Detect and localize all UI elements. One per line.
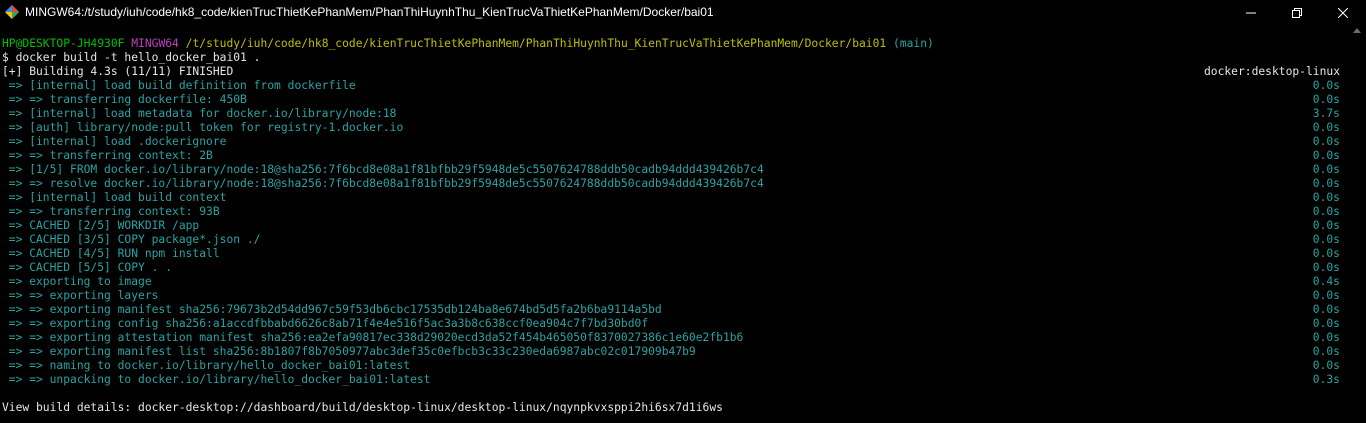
build-step-text: => => exporting manifest sha256:79673b2d…: [2, 303, 662, 316]
build-step-text: => [internal] load .dockerignore: [2, 135, 227, 148]
build-step-text: => => unpacking to docker.io/library/hel…: [2, 373, 431, 386]
build-step-row: => [1/5] FROM docker.io/library/node:18@…: [2, 163, 1340, 177]
build-step-row: => [internal] load build definition from…: [2, 79, 1340, 93]
build-step-text: => => naming to docker.io/library/hello_…: [2, 359, 411, 372]
build-steps: => [internal] load build definition from…: [2, 79, 1340, 387]
build-step-text: => => exporting attestation manifest sha…: [2, 331, 744, 344]
build-step-text: => CACHED [5/5] COPY . .: [2, 261, 173, 274]
close-icon: [1337, 3, 1349, 22]
prompt-user-host: HP@DESKTOP-JH4930F: [2, 37, 125, 50]
vertical-scrollbar[interactable]: [1349, 24, 1366, 423]
build-step-row: => => unpacking to docker.io/library/hel…: [2, 373, 1340, 387]
build-step-time: 0.0s: [1312, 317, 1340, 330]
build-details-line: View build details: docker-desktop://das…: [2, 401, 723, 414]
maximize-icon: [1292, 3, 1302, 22]
build-step-row: => CACHED [3/5] COPY package*.json ./ 0.0…: [2, 233, 1340, 247]
build-step-time: 0.3s: [1312, 373, 1340, 386]
minimize-button[interactable]: [1228, 0, 1274, 24]
build-step-row: => CACHED [2/5] WORKDIR /app 0.0s: [2, 219, 1340, 233]
build-step-time: 0.0s: [1312, 219, 1340, 232]
build-step-time: 0.0s: [1312, 163, 1340, 176]
build-step-time: 0.0s: [1312, 331, 1340, 344]
build-step-row: => => exporting manifest sha256:79673b2d…: [2, 303, 1340, 317]
window-title: MINGW64:/t/study/iuh/code/hk8_code/kienT…: [25, 5, 714, 19]
build-step-text: => CACHED [2/5] WORKDIR /app: [2, 219, 200, 232]
maximize-button[interactable]: [1274, 0, 1320, 24]
build-step-row: => [internal] load build context 0.0s: [2, 191, 1340, 205]
build-step-row: => => transferring dockerfile: 450B 0.0s: [2, 93, 1340, 107]
build-step-row: => exporting to image 0.4s: [2, 275, 1340, 289]
prompt-shell: MINGW64: [131, 37, 179, 50]
build-step-row: => [internal] load .dockerignore 0.0s: [2, 135, 1340, 149]
build-step-row: => => resolve docker.io/library/node:18@…: [2, 177, 1340, 191]
build-header: [+] Building 4.3s (11/11) FINISHED: [2, 65, 234, 78]
build-step-text: => => exporting manifest list sha256:8b1…: [2, 345, 696, 358]
build-step-time: 0.0s: [1312, 79, 1340, 92]
build-step-time: 0.0s: [1312, 177, 1340, 190]
build-step-row: => => transferring context: 93B 0.0s: [2, 205, 1340, 219]
prompt-branch: (main): [893, 37, 934, 50]
build-step-time: 0.0s: [1312, 205, 1340, 218]
prompt-line: HP@DESKTOP-JH4930F MINGW64 /t/study/iuh/…: [2, 37, 1340, 51]
build-context: docker:desktop-linux: [1203, 65, 1340, 78]
build-step-text: => => transferring context: 2B: [2, 149, 213, 162]
mingw-diamond-icon: [4, 4, 20, 20]
build-step-row: => => exporting layers 0.0s: [2, 289, 1340, 303]
build-step-row: => => exporting attestation manifest sha…: [2, 331, 1340, 345]
build-step-time: 0.0s: [1312, 121, 1340, 134]
build-step-time: 0.0s: [1312, 135, 1340, 148]
terminal-output[interactable]: HP@DESKTOP-JH4930F MINGW64 /t/study/iuh/…: [2, 37, 1340, 415]
build-step-row: => [auth] library/node:pull token for re…: [2, 121, 1340, 135]
build-step-time: 0.0s: [1312, 191, 1340, 204]
build-step-time: 0.0s: [1312, 289, 1340, 302]
build-header-line: [+] Building 4.3s (11/11) FINISHED docker…: [2, 65, 1340, 79]
build-step-text: => => exporting layers: [2, 289, 159, 302]
minimize-icon: [1246, 3, 1256, 22]
build-step-row: => => exporting manifest list sha256:8b1…: [2, 345, 1340, 359]
build-step-time: 0.0s: [1312, 247, 1340, 260]
scroll-up-icon[interactable]: [1353, 28, 1361, 33]
build-step-row: => [internal] load metadata for docker.i…: [2, 107, 1340, 121]
build-step-text: => [internal] load build context: [2, 191, 227, 204]
build-step-time: 0.0s: [1312, 149, 1340, 162]
build-step-time: 0.0s: [1312, 261, 1340, 274]
build-step-text: => [auth] library/node:pull token for re…: [2, 121, 404, 134]
build-step-text: => CACHED [4/5] RUN npm install: [2, 247, 220, 260]
command-line: $ docker build -t hello_docker_bai01 .: [2, 51, 261, 64]
build-step-time: 3.7s: [1312, 107, 1340, 120]
window-titlebar[interactable]: MINGW64:/t/study/iuh/code/hk8_code/kienT…: [0, 0, 1366, 24]
build-step-time: 0.4s: [1312, 275, 1340, 288]
build-step-text: => => exporting config sha256:a1accdfbba…: [2, 317, 649, 330]
build-step-time: 0.0s: [1312, 93, 1340, 106]
build-step-text: => => resolve docker.io/library/node:18@…: [2, 177, 764, 190]
build-step-row: => CACHED [5/5] COPY . . 0.0s: [2, 261, 1340, 275]
build-step-time: 0.0s: [1312, 233, 1340, 246]
build-step-text: => [internal] load metadata for docker.i…: [2, 107, 397, 120]
close-button[interactable]: [1320, 0, 1366, 24]
build-step-text: => [internal] load build definition from…: [2, 79, 356, 92]
build-step-text: => CACHED [3/5] COPY package*.json ./: [2, 233, 261, 246]
build-step-text: => exporting to image: [2, 275, 152, 288]
build-step-time: 0.0s: [1312, 345, 1340, 358]
build-step-row: => => exporting config sha256:a1accdfbba…: [2, 317, 1340, 331]
build-step-text: => [1/5] FROM docker.io/library/node:18@…: [2, 163, 764, 176]
build-step-time: 0.0s: [1312, 303, 1340, 316]
build-step-row: => => naming to docker.io/library/hello_…: [2, 359, 1340, 373]
window-controls: [1228, 0, 1366, 24]
prompt-path: /t/study/iuh/code/hk8_code/kienTrucThiet…: [185, 37, 887, 50]
build-step-row: => => transferring context: 2B 0.0s: [2, 149, 1340, 163]
build-step-time: 0.0s: [1312, 359, 1340, 372]
build-step-text: => => transferring dockerfile: 450B: [2, 93, 247, 106]
build-step-text: => => transferring context: 93B: [2, 205, 220, 218]
build-step-row: => CACHED [4/5] RUN npm install 0.0s: [2, 247, 1340, 261]
